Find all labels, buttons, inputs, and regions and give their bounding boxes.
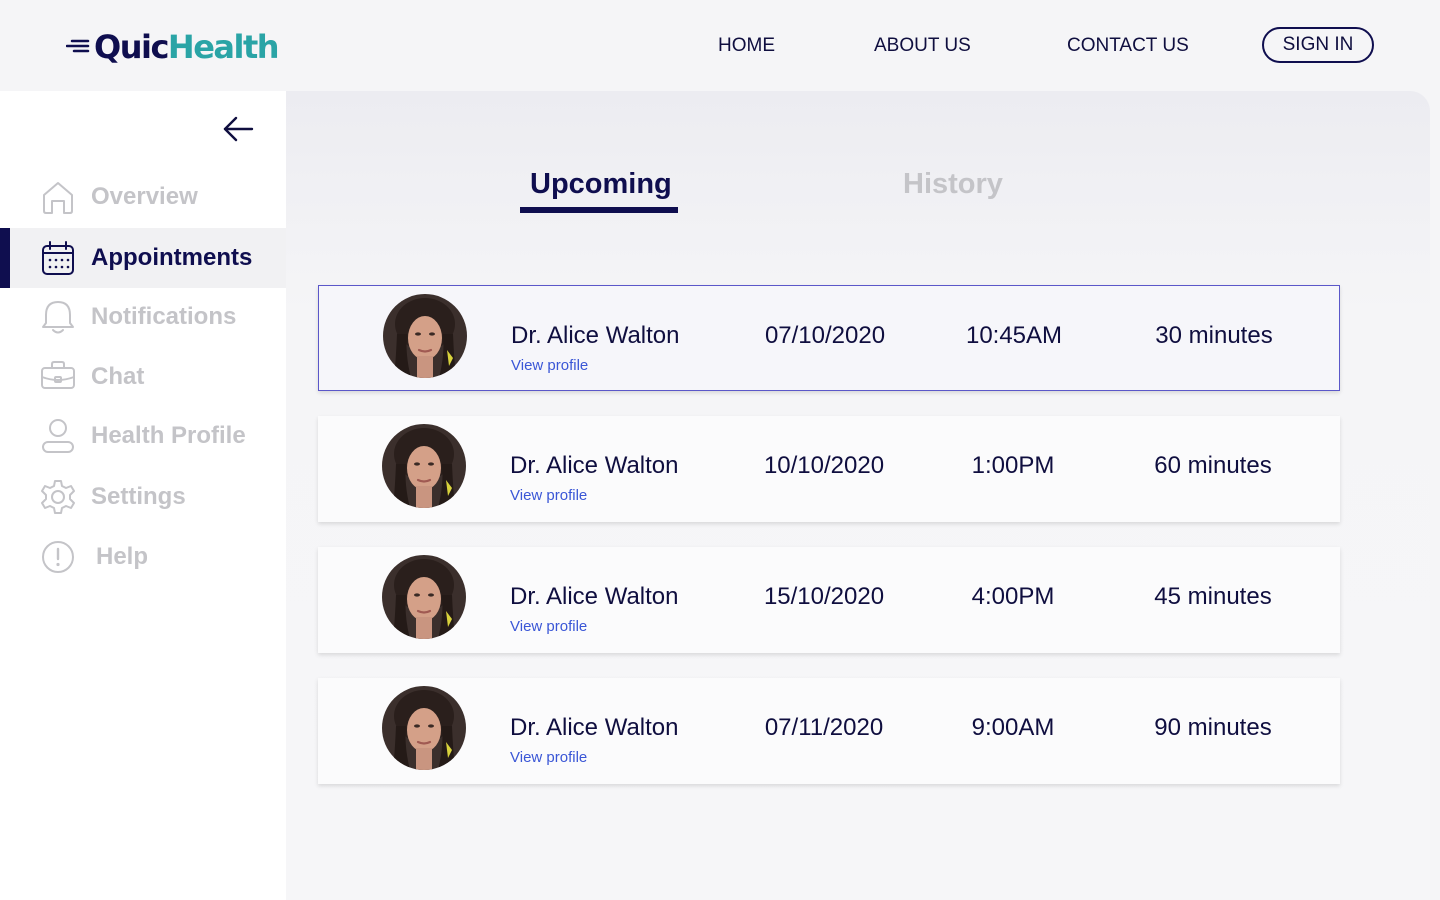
appointment-card[interactable]: Dr. Alice Walton View profile 15/10/2020 4:…: [318, 547, 1340, 653]
bell-icon: [42, 301, 74, 334]
calendar-icon: [42, 241, 74, 275]
sidebar-item-label: Help: [96, 543, 149, 570]
appointment-duration: 90 minutes: [1154, 714, 1272, 741]
view-profile-link[interactable]: View profile: [510, 618, 587, 636]
appointment-card[interactable]: Dr. Alice Walton View profile 10/10/2020 1:…: [318, 416, 1340, 522]
appointment-date: 07/10/2020: [764, 322, 886, 349]
doctor-name: Dr. Alice Walton: [510, 452, 679, 479]
tab-active-underline: [520, 207, 678, 213]
sidebar-item-label: Notifications: [91, 303, 237, 330]
alert-icon: [42, 541, 74, 573]
sidebar-item-chat[interactable]: Chat: [0, 347, 286, 407]
sidebar-item-label: Health Profile: [91, 422, 246, 449]
appointment-duration: 60 minutes: [1154, 452, 1272, 479]
view-profile-link[interactable]: View profile: [510, 487, 587, 505]
appointment-date: 10/10/2020: [763, 452, 885, 479]
active-indicator: [0, 228, 10, 288]
sidebar-item-notifications[interactable]: Notifications: [0, 287, 286, 347]
appointment-card[interactable]: Dr. Alice Walton View profile 07/10/2020 10…: [318, 285, 1340, 391]
quichealth-logo[interactable]: QuicHealth: [66, 24, 280, 70]
view-profile-link[interactable]: View profile: [510, 749, 587, 767]
back-arrow-icon[interactable]: [222, 115, 254, 143]
sign-in-button[interactable]: SIGN IN: [1262, 27, 1374, 63]
nav-about-link[interactable]: ABOUT US: [874, 34, 971, 58]
appointment-date: 15/10/2020: [763, 583, 885, 610]
sidebar-item-label: Overview: [91, 183, 198, 210]
sidebar-item-health-profile[interactable]: Health Profile: [0, 406, 286, 466]
appointment-time: 10:45AM: [965, 322, 1063, 349]
appointment-date: 07/11/2020: [764, 714, 884, 741]
tab-history[interactable]: History: [903, 167, 1003, 201]
appointment-time: 4:00PM: [971, 583, 1055, 610]
appointment-time: 1:00PM: [971, 452, 1055, 479]
home-icon: [43, 182, 73, 214]
nav-contact-link[interactable]: CONTACT US: [1067, 34, 1189, 58]
doctor-avatar: [382, 424, 466, 508]
sidebar-item-settings[interactable]: Settings: [0, 467, 286, 527]
doctor-name: Dr. Alice Walton: [510, 714, 679, 741]
sidebar-item-help[interactable]: Help: [0, 527, 286, 587]
view-profile-link[interactable]: View profile: [511, 357, 588, 375]
doctor-name: Dr. Alice Walton: [510, 583, 679, 610]
sidebar-item-appointments[interactable]: Appointments: [0, 228, 286, 288]
sidebar-item-label: Appointments: [91, 244, 253, 271]
speed-lines-icon: [66, 39, 90, 53]
top-header: QuicHealth HOME ABOUT US CONTACT US SIGN…: [0, 0, 1440, 91]
doctor-avatar: [383, 294, 467, 378]
doctor-name: Dr. Alice Walton: [511, 322, 680, 349]
appointment-duration: 45 minutes: [1154, 583, 1272, 610]
doctor-avatar: [382, 555, 466, 639]
nav-home-link[interactable]: HOME: [718, 34, 775, 58]
doctor-avatar: [382, 686, 466, 770]
appointment-card[interactable]: Dr. Alice Walton View profile 07/11/2020 9:…: [318, 678, 1340, 784]
main-content: Upcoming History Dr. Alice Walton View pr…: [286, 91, 1430, 900]
appointment-duration: 30 minutes: [1155, 322, 1273, 349]
logo-health-text: Health: [167, 28, 280, 66]
chat-icon: [41, 361, 75, 389]
user-icon: [42, 419, 74, 453]
appointment-time: 9:00AM: [971, 714, 1055, 741]
tab-upcoming[interactable]: Upcoming: [530, 167, 672, 201]
sidebar-item-label: Chat: [91, 363, 145, 390]
sidebar-item-overview[interactable]: Overview: [0, 167, 286, 227]
logo-quic-text: Quic: [94, 28, 169, 66]
sidebar: Overview Appointments Notifications Chat: [0, 91, 286, 900]
gear-icon: [41, 480, 75, 514]
sign-in-label: SIGN IN: [1282, 34, 1354, 55]
sidebar-item-label: Settings: [91, 483, 186, 510]
